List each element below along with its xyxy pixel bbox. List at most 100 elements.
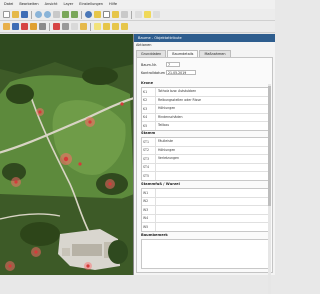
node-tool-icon[interactable] <box>39 23 46 30</box>
copy-icon[interactable] <box>71 23 78 30</box>
cut-icon[interactable] <box>62 23 69 30</box>
feature-attributes-panel: Baume - Objektattribute Aktionen Grundda… <box>133 34 275 294</box>
list-item[interactable]: ST1 Fäulleiste <box>142 138 268 147</box>
new-icon[interactable] <box>3 11 10 18</box>
section-krone-title: Krone <box>141 81 154 85</box>
item-code: ST5 <box>143 173 149 178</box>
kontrolldatum-field[interactable]: 21.05.2019 <box>166 70 196 75</box>
section-stamm-title: Stamm <box>141 131 156 135</box>
form-body: Baum-Nr. 7 Kontrolldatum 21.05.2019 Kron… <box>136 57 273 294</box>
pan-icon[interactable] <box>53 11 60 18</box>
section-wurzel-title: Stammfuß / Wurzel <box>141 182 180 186</box>
list-item[interactable]: K5 Teilbau <box>142 122 268 130</box>
menu-settings[interactable]: Einstellungen <box>79 0 103 9</box>
list-item[interactable]: K4 Rindenschäden <box>142 113 268 122</box>
menu-help[interactable]: Hilfe <box>109 0 117 9</box>
zoom-full-icon[interactable] <box>62 11 69 18</box>
label-rotate-icon[interactable] <box>112 23 119 30</box>
toolbar-separator <box>90 22 91 31</box>
item-text <box>155 172 268 180</box>
list-item[interactable]: W3 <box>142 206 268 215</box>
list-item[interactable]: K3 Höhlungen <box>142 105 268 114</box>
list-item[interactable]: ST3 Verletzungen <box>142 155 268 164</box>
section-krone: K1 Totholz bzw. Aststubben K2 Reibungsstel… <box>141 87 269 131</box>
panel-title: Baume - Objektattribute <box>134 34 275 42</box>
add-feature-icon[interactable] <box>21 23 28 30</box>
label-icon[interactable] <box>94 23 101 30</box>
item-code: K1 <box>143 89 148 94</box>
menu-file[interactable]: Datei <box>4 0 13 9</box>
menu-layer[interactable]: Layer <box>64 0 74 9</box>
item-text: Verletzungen <box>155 155 268 163</box>
digitizing-toolbar <box>0 21 275 33</box>
item-text <box>155 214 268 222</box>
sum-icon[interactable] <box>135 11 142 18</box>
edit-pencil-icon[interactable] <box>3 23 10 30</box>
bemerkung-textarea[interactable] <box>141 239 269 269</box>
menu-bar: Datei Bearbeiten Ansicht Layer Einstellu… <box>0 0 275 9</box>
scrollbar-thumb[interactable] <box>268 86 271 206</box>
move-feature-icon[interactable] <box>30 23 37 30</box>
toolbar-separator <box>49 22 50 31</box>
item-code: K5 <box>143 123 148 128</box>
menu-edit[interactable]: Bearbeiten <box>19 0 38 9</box>
scrollbar[interactable] <box>268 84 271 294</box>
kontrolldatum-label: Kontrolldatum <box>141 70 165 75</box>
item-text: Rindenschäden <box>155 113 268 121</box>
toolbar-separator <box>81 10 82 19</box>
deselect-icon[interactable] <box>112 11 119 18</box>
list-item[interactable]: W1 <box>142 189 268 198</box>
list-item[interactable]: K2 Reibungsstellen oder Risse <box>142 96 268 105</box>
open-icon[interactable] <box>12 11 19 18</box>
map-canvas[interactable] <box>0 34 134 275</box>
measure-icon[interactable] <box>121 11 128 18</box>
item-text: Höhlungen <box>155 105 268 113</box>
item-code: W5 <box>143 224 149 229</box>
item-text: Reibungsstellen oder Risse <box>155 96 268 104</box>
item-text: Höhlungen <box>155 146 268 154</box>
paste-icon[interactable] <box>80 23 87 30</box>
attribute-table-icon[interactable] <box>103 11 110 18</box>
menu-view[interactable]: Ansicht <box>45 0 58 9</box>
aerial-map <box>0 34 134 275</box>
baum-nr-row: Baum-Nr. 7 <box>141 62 180 67</box>
item-code: ST4 <box>143 165 149 170</box>
item-code: W4 <box>143 216 149 221</box>
tips-icon[interactable] <box>144 11 151 18</box>
list-item[interactable]: ST2 Höhlungen <box>142 146 268 155</box>
list-item[interactable]: ST4 <box>142 163 268 172</box>
zoom-in-icon[interactable] <box>35 11 42 18</box>
toolbar-separator <box>31 10 32 19</box>
label-change-icon[interactable] <box>121 23 128 30</box>
save-icon[interactable] <box>21 11 28 18</box>
list-item[interactable]: W2 <box>142 197 268 206</box>
item-code: ST1 <box>143 139 149 144</box>
item-code: W2 <box>143 199 149 204</box>
baum-nr-field[interactable]: 7 <box>166 62 180 67</box>
item-code: W1 <box>143 190 149 195</box>
item-code: K3 <box>143 106 148 111</box>
item-text: Teilbau <box>155 122 268 130</box>
text-annotation-icon[interactable] <box>153 11 160 18</box>
item-text <box>155 163 268 171</box>
section-bemerk-title: Baumbemerk <box>141 233 168 237</box>
item-text <box>155 189 268 197</box>
zoom-out-icon[interactable] <box>44 11 51 18</box>
save-edits-icon[interactable] <box>12 23 19 30</box>
panel-status: Aktionen <box>136 43 152 47</box>
toolbar-separator <box>131 10 132 19</box>
item-text <box>155 223 268 231</box>
item-code: ST2 <box>143 148 149 153</box>
list-item[interactable]: W4 <box>142 214 268 223</box>
item-text: Totholz bzw. Aststubben <box>155 88 268 96</box>
list-item[interactable]: K1 Totholz bzw. Aststubben <box>142 88 268 97</box>
section-stamm: ST1 Fäulleiste ST2 Höhlungen ST3 Verletzung… <box>141 137 269 181</box>
list-item[interactable]: W5 <box>142 223 268 231</box>
list-item[interactable]: ST5 <box>142 172 268 180</box>
item-text: Fäulleiste <box>155 138 268 146</box>
zoom-layer-icon[interactable] <box>71 11 78 18</box>
label-pin-icon[interactable] <box>103 23 110 30</box>
delete-selected-icon[interactable] <box>53 23 60 30</box>
identify-icon[interactable] <box>85 11 92 18</box>
select-icon[interactable] <box>94 11 101 18</box>
